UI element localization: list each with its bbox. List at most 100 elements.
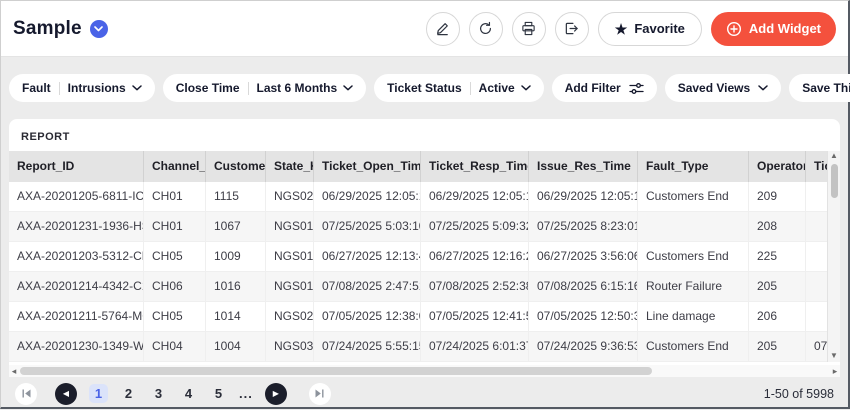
table-cell: NGS019 (266, 272, 314, 301)
horizontal-scrollbar[interactable]: ◂ ▸ (9, 365, 840, 377)
scroll-up-icon[interactable]: ▲ (830, 151, 838, 161)
chevron-down-icon (758, 85, 768, 91)
table-row[interactable]: AXA-20201211-5764-MCONCH051014NGS02207/0… (9, 302, 840, 332)
last-page-button[interactable] (309, 383, 331, 405)
table-cell: Customers End (638, 182, 749, 211)
table-row[interactable]: AXA-20201203-5312-CBSCH051009NGS01006/27… (9, 242, 840, 272)
table-cell: 06/27/2025 12:16:23 AM (421, 242, 529, 271)
refresh-icon (478, 21, 493, 36)
column-header[interactable]: State_Key (266, 151, 314, 182)
table-cell: 07/05/2025 12:41:51 AM (421, 302, 529, 331)
filter-pill-fault[interactable]: Fault Intrusions (9, 74, 155, 102)
column-header[interactable]: Fault_Type (638, 151, 749, 182)
print-icon (521, 21, 536, 36)
pill-divider (59, 82, 60, 95)
table-cell: 1016 (206, 272, 266, 301)
table-cell: NGS010 (266, 242, 314, 271)
column-header[interactable]: Report_ID (9, 151, 144, 182)
table-cell: 206 (749, 302, 806, 331)
page-button-3[interactable]: 3 (149, 384, 168, 403)
page-button-4[interactable]: 4 (179, 384, 198, 403)
table-cell: 225 (749, 242, 806, 271)
column-header[interactable]: Issue_Res_Time (529, 151, 638, 182)
page-button-1[interactable]: 1 (89, 384, 108, 403)
title-dropdown-button[interactable] (90, 20, 108, 38)
column-header[interactable]: Ticket_Resp_Time (421, 151, 529, 182)
save-this-view-button[interactable]: Save This View (789, 74, 850, 102)
table-cell: CH04 (144, 332, 206, 361)
column-header[interactable]: Ticket_Open_Time (314, 151, 421, 182)
scroll-down-icon[interactable]: ▼ (830, 351, 838, 361)
next-page-button[interactable]: ▶ (265, 383, 287, 405)
table-cell: 07/24/2025 9:36:53 AM (529, 332, 638, 361)
edit-button[interactable] (426, 12, 460, 46)
edit-icon (435, 21, 450, 36)
table-cell: 208 (749, 212, 806, 241)
table-cell: CH06 (144, 272, 206, 301)
chevron-down-icon (521, 85, 531, 91)
favorite-button[interactable]: ★ Favorite (598, 12, 702, 46)
save-this-view-label: Save This View (802, 81, 850, 95)
column-header[interactable]: Operator_ID (749, 151, 806, 182)
report-title: REPORT (9, 119, 840, 151)
page-title: Sample (13, 18, 82, 40)
vertical-scrollbar[interactable]: ▲ ▼ (827, 151, 840, 362)
scroll-left-icon[interactable]: ◂ (9, 365, 19, 377)
first-page-button[interactable] (15, 383, 37, 405)
export-button[interactable] (555, 12, 589, 46)
table-cell: 06/29/2025 12:05:18 AM (529, 182, 638, 211)
table-cell: Customers End (638, 332, 749, 361)
page-button-5[interactable]: 5 (209, 384, 228, 403)
pill-divider (248, 82, 249, 95)
table-cell: 1014 (206, 302, 266, 331)
table-row[interactable]: AXA-20201231-1936-HSECH011067NGS01507/25… (9, 212, 840, 242)
page-button-2[interactable]: 2 (119, 384, 138, 403)
add-widget-button[interactable]: Add Widget (711, 12, 836, 46)
table-cell: 07/25/2025 8:23:01 AM (529, 212, 638, 241)
table-body: AXA-20201205-6811-ICSCH011115NGS02406/29… (9, 182, 840, 362)
app-header: Sample (1, 1, 848, 57)
table-row[interactable]: AXA-20201214-4342-C100CH061016NGS01907/0… (9, 272, 840, 302)
table-row[interactable]: AXA-20201230-1349-WLESSCH041004NGS03407/… (9, 332, 840, 362)
filter-pill-ticket-status[interactable]: Ticket Status Active (374, 74, 544, 102)
previous-page-button[interactable]: ◀ (55, 383, 77, 405)
table-cell (638, 212, 749, 241)
pagination-pages: 12345... (89, 384, 253, 403)
table-cell: 205 (749, 332, 806, 361)
vertical-scrollbar-thumb[interactable] (831, 164, 838, 198)
table-cell: 1115 (206, 182, 266, 211)
previous-icon: ◀ (63, 389, 69, 398)
filter-value: Intrusions (68, 81, 126, 95)
add-filter-label: Add Filter (565, 81, 621, 95)
table-cell: 06/29/2025 12:05:18 AM (421, 182, 529, 211)
table-cell: 07/08/2025 6:15:16 AM (529, 272, 638, 301)
filter-label: Close Time (176, 81, 240, 95)
table-cell: CH05 (144, 242, 206, 271)
chevron-down-icon (132, 85, 142, 91)
column-header[interactable]: Channel_Key (144, 151, 206, 182)
table-cell: 07/08/2025 2:47:51 AM (314, 272, 421, 301)
table-cell: 07/08/2025 2:52:38 AM (421, 272, 529, 301)
table-cell: 209 (749, 182, 806, 211)
filter-pill-close-time[interactable]: Close Time Last 6 Months (163, 74, 366, 102)
table-cell: 06/29/2025 12:05:18 AM (314, 182, 421, 211)
filter-value: Last 6 Months (257, 81, 338, 95)
table-cell: NGS022 (266, 302, 314, 331)
table-cell: NGS034 (266, 332, 314, 361)
filter-bar: Fault Intrusions Close Time Last 6 Month… (1, 57, 848, 119)
add-filter-button[interactable]: Add Filter (552, 74, 657, 102)
column-header[interactable]: Customer_... (206, 151, 266, 182)
chevron-down-icon (343, 85, 353, 91)
table-cell: 07/05/2025 12:50:35 AM (529, 302, 638, 331)
header-actions: ★ Favorite Add Widget (426, 12, 836, 46)
table-cell: Customers End (638, 242, 749, 271)
refresh-button[interactable] (469, 12, 503, 46)
next-icon: ▶ (273, 389, 279, 398)
table-cell: Router Failure (638, 272, 749, 301)
horizontal-scrollbar-thumb[interactable] (20, 367, 652, 375)
table-cell: Line damage (638, 302, 749, 331)
table-row[interactable]: AXA-20201205-6811-ICSCH011115NGS02406/29… (9, 182, 840, 212)
scroll-right-icon[interactable]: ▸ (830, 365, 840, 377)
print-button[interactable] (512, 12, 546, 46)
saved-views-button[interactable]: Saved Views (665, 74, 782, 102)
